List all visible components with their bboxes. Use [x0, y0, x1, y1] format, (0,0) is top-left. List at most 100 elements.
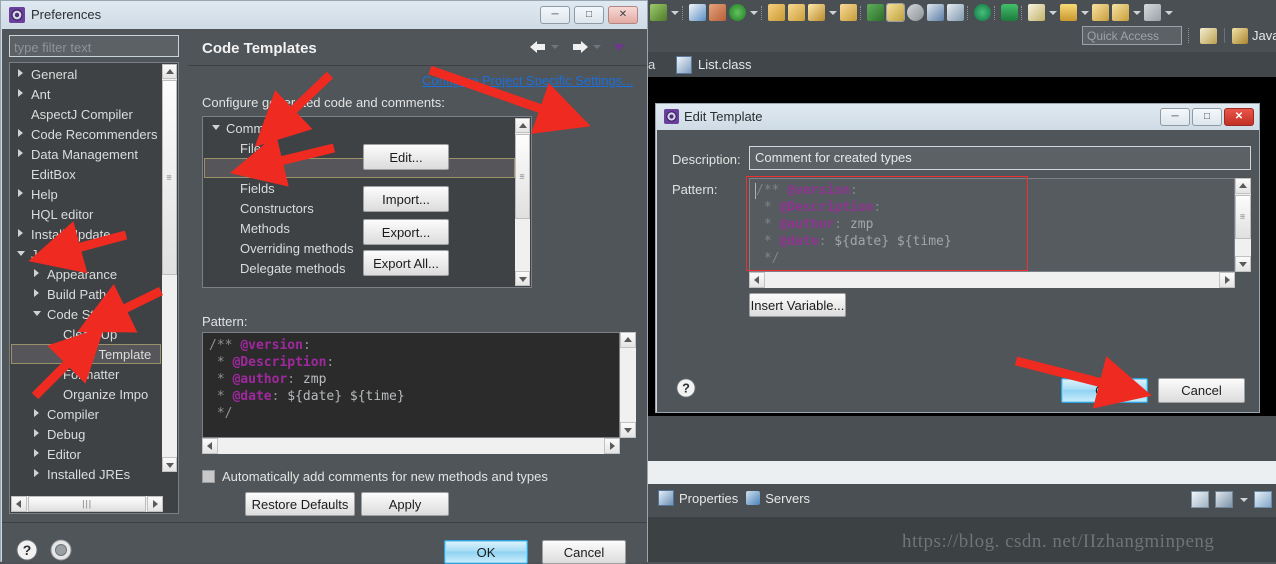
help-icon[interactable]: ?	[16, 539, 38, 561]
list-item-types[interactable]: Types	[204, 158, 515, 178]
forward-dropdown-icon[interactable]	[593, 40, 602, 54]
tree-item-build-path[interactable]: Build Path	[11, 284, 161, 304]
quick-access-input[interactable]: Quick Access	[1082, 26, 1182, 45]
preferences-tree[interactable]: General Ant AspectJ Compiler Code Recommend…	[9, 62, 179, 514]
restore-defaults-button[interactable]: Restore Defaults	[245, 492, 355, 516]
new-server-icon[interactable]	[1191, 491, 1209, 508]
insert-variable-button[interactable]: Insert Variable...	[749, 293, 846, 317]
edit-template-cancel-button[interactable]: Cancel	[1158, 378, 1245, 403]
monitor-icon[interactable]	[1215, 491, 1233, 508]
scroll-thumb[interactable]: ≡	[1235, 195, 1251, 239]
view-tab-properties[interactable]: Properties	[658, 490, 738, 506]
help-icon[interactable]: ?	[676, 378, 696, 398]
search-icon[interactable]	[907, 4, 924, 21]
edit-pencil-icon[interactable]	[808, 4, 825, 21]
scroll-down-button[interactable]	[162, 457, 177, 472]
tree-item-clean-up[interactable]: Clean Up	[11, 324, 161, 344]
twisty-closed-icon[interactable]	[31, 284, 43, 304]
tree-item-code-recommenders[interactable]: Code Recommenders	[11, 124, 161, 144]
apply-button[interactable]: Apply	[361, 492, 449, 516]
twisty-closed-icon[interactable]	[15, 224, 27, 244]
tree-item-help[interactable]: Help	[11, 184, 161, 204]
twisty-closed-icon[interactable]	[15, 124, 27, 144]
coverage-icon[interactable]	[947, 4, 964, 21]
tree-item-ant[interactable]: Ant	[11, 84, 161, 104]
next-annotation-icon[interactable]	[1060, 4, 1077, 21]
tree-item-organize-impo[interactable]: Organize Impo	[11, 384, 161, 404]
pattern-textarea[interactable]: /** @version: * @Description: * @author:…	[749, 178, 1235, 272]
tree-vertical-scrollbar[interactable]: ≡	[162, 64, 177, 472]
twisty-closed-icon[interactable]	[15, 64, 27, 84]
edit-template-title-bar[interactable]: Edit Template ─ □ ✕	[656, 104, 1259, 130]
forward-arrow-icon[interactable]	[1144, 4, 1161, 21]
settings-gear-icon[interactable]	[50, 539, 72, 561]
new-wizard-icon[interactable]	[689, 4, 706, 21]
chevron-down-icon[interactable]	[1132, 4, 1141, 21]
twisty-closed-icon[interactable]	[31, 464, 43, 484]
server-icon[interactable]	[1001, 4, 1018, 21]
maximize-button[interactable]: □	[574, 6, 604, 24]
twisty-open-icon[interactable]	[15, 244, 27, 264]
tree-item-java[interactable]: Java	[11, 244, 161, 264]
tree-item-code-template[interactable]: Code Template	[11, 344, 161, 364]
twisty-closed-icon[interactable]	[15, 144, 27, 164]
maximize-button[interactable]: □	[1192, 108, 1222, 126]
tree-item-editor[interactable]: Editor	[11, 444, 161, 464]
chevron-down-icon[interactable]	[1080, 4, 1089, 21]
back-arrow-icon[interactable]	[529, 40, 547, 54]
editor-tab-partial[interactable]: a	[648, 57, 655, 72]
edit-template-ok-button[interactable]: OK	[1061, 378, 1148, 403]
list-vertical-scrollbar[interactable]: ≡	[515, 118, 530, 286]
minimize-button[interactable]: ─	[1160, 108, 1190, 126]
scroll-thumb[interactable]: |||	[28, 496, 146, 512]
scroll-down-button[interactable]	[515, 271, 530, 286]
tree-horizontal-scrollbar[interactable]: |||	[11, 496, 163, 512]
export-all-button[interactable]: Export All...	[363, 250, 449, 276]
minimize-button[interactable]: ─	[540, 6, 570, 24]
list-item-files[interactable]: Files	[204, 138, 515, 158]
twisty-closed-icon[interactable]	[31, 444, 43, 464]
pattern-vertical-scrollbar[interactable]	[620, 332, 636, 438]
open-resource-icon[interactable]	[788, 4, 805, 21]
cancel-button[interactable]: Cancel	[542, 540, 626, 564]
run-external-tools-icon[interactable]	[886, 3, 905, 22]
tree-item-installed-jres[interactable]: Installed JREs	[11, 464, 161, 484]
pattern-horizontal-scrollbar[interactable]	[202, 438, 620, 454]
scroll-up-button[interactable]	[515, 118, 530, 133]
tree-item-install-update[interactable]: Install/Update	[11, 224, 161, 244]
list-item-fields[interactable]: Fields	[204, 178, 515, 198]
open-type-icon[interactable]	[768, 4, 785, 21]
new-package-icon[interactable]	[709, 4, 726, 21]
run-last-icon[interactable]	[867, 4, 884, 21]
export-button[interactable]: Export...	[363, 219, 449, 245]
list-item-comments[interactable]: Comments	[204, 118, 515, 138]
chevron-down-icon[interactable]	[1239, 491, 1248, 508]
chevron-down-icon[interactable]	[1048, 4, 1057, 21]
twisty-open-icon[interactable]	[210, 118, 222, 138]
close-button[interactable]: ✕	[1224, 108, 1254, 126]
forward-arrow-icon[interactable]	[571, 40, 589, 54]
tree-item-code-style[interactable]: Code Style	[11, 304, 161, 324]
view-menu-icon[interactable]	[612, 40, 626, 54]
open-task-icon[interactable]	[927, 4, 944, 21]
configure-project-specific-settings-link[interactable]: Configure Project Specific Settings...	[422, 73, 633, 88]
list-item-delegate-methods[interactable]: Delegate methods	[204, 258, 515, 278]
scroll-left-button[interactable]	[202, 438, 218, 454]
tree-item-compiler[interactable]: Compiler	[11, 404, 161, 424]
close-button[interactable]: ✕	[608, 6, 638, 24]
refresh-icon[interactable]	[729, 4, 746, 21]
scroll-right-button[interactable]	[147, 496, 163, 512]
view-tab-servers[interactable]: Servers	[746, 491, 810, 506]
back-dropdown-icon[interactable]	[551, 40, 560, 54]
database-icon[interactable]	[974, 4, 991, 21]
tree-item-formatter[interactable]: Formatter	[11, 364, 161, 384]
twisty-closed-icon[interactable]	[31, 424, 43, 444]
java-perspective-label[interactable]: Java E	[1252, 28, 1276, 43]
scroll-up-button[interactable]	[162, 64, 177, 79]
chevron-down-icon[interactable]	[1164, 4, 1173, 21]
import-button[interactable]: Import...	[363, 186, 449, 212]
edit-button[interactable]: Edit...	[363, 144, 449, 170]
scroll-thumb[interactable]: ≡	[162, 80, 177, 275]
scroll-up-button[interactable]	[620, 332, 636, 348]
chevron-down-icon[interactable]	[828, 4, 837, 21]
